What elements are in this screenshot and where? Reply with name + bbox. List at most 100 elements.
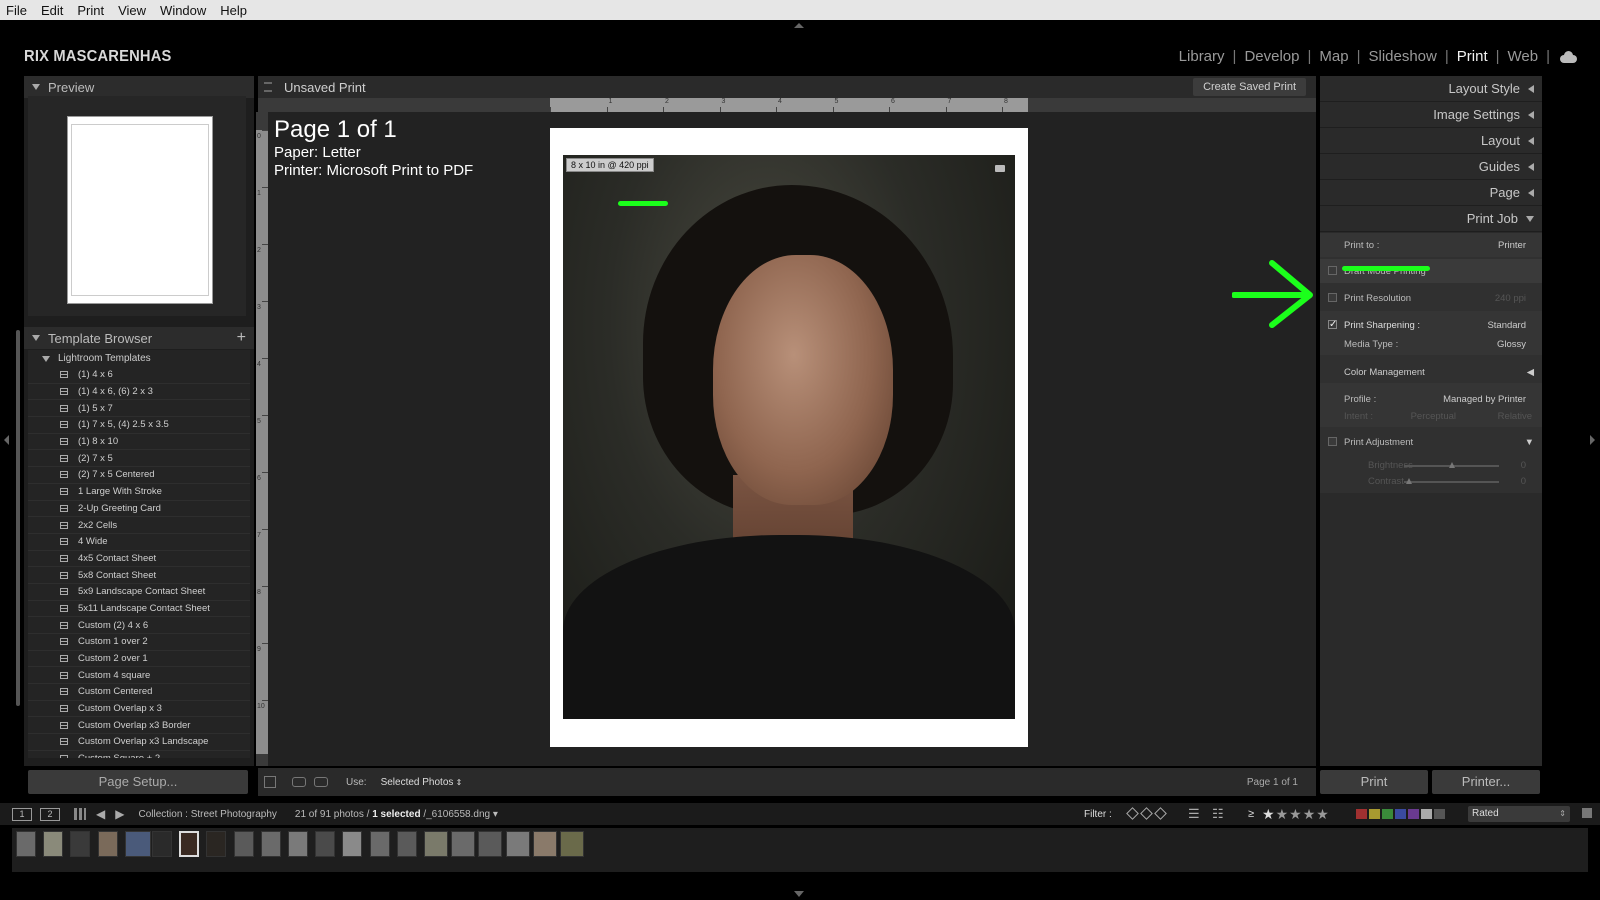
previous-page-icon[interactable] xyxy=(292,777,306,787)
edit-filter-icon[interactable]: ☰ xyxy=(1188,806,1200,822)
color-management-label[interactable]: Color Management xyxy=(1344,367,1425,378)
profile-select[interactable]: Managed by Printer xyxy=(1443,394,1526,405)
bottom-panel-toggle-icon[interactable] xyxy=(794,891,804,897)
module-develop[interactable]: Develop xyxy=(1236,48,1307,65)
color-label-yellow[interactable] xyxy=(1369,809,1380,819)
stop-icon[interactable] xyxy=(264,776,276,788)
template-item[interactable]: 2x2 Cells xyxy=(28,517,250,534)
template-item[interactable]: 5x9 Landscape Contact Sheet xyxy=(28,584,250,601)
template-folder[interactable]: Lightroom Templates xyxy=(28,350,250,367)
template-item[interactable]: Custom 1 over 2 xyxy=(28,634,250,651)
filmstrip-thumbnail[interactable] xyxy=(369,831,390,857)
preview-header[interactable]: Preview xyxy=(24,76,254,98)
grid-view-icon[interactable] xyxy=(74,808,86,820)
filmstrip-thumbnail[interactable] xyxy=(342,831,363,857)
filmstrip-thumbnail[interactable] xyxy=(315,831,336,857)
color-label-blue[interactable] xyxy=(1395,809,1406,819)
section-page[interactable]: Page xyxy=(1320,180,1542,206)
filter-lock-icon[interactable] xyxy=(1582,808,1592,818)
left-panel-toggle-icon[interactable] xyxy=(4,435,9,445)
draft-mode-checkbox[interactable] xyxy=(1328,266,1337,275)
template-item[interactable]: 4 Wide xyxy=(28,534,250,551)
print-sharpening-select[interactable]: Standard xyxy=(1487,320,1526,331)
template-item[interactable]: (1) 7 x 5, (4) 2.5 x 3.5 xyxy=(28,417,250,434)
filmstrip-thumbnail[interactable] xyxy=(560,831,584,857)
print-resolution-value[interactable]: 240 ppi xyxy=(1495,293,1526,304)
print-sharpening-checkbox[interactable]: ✓ xyxy=(1328,320,1337,330)
template-item[interactable]: Custom Square + 2 xyxy=(28,751,250,758)
flag-filter-icon[interactable] xyxy=(1126,807,1139,820)
filmstrip-thumbnail[interactable] xyxy=(532,831,557,857)
create-saved-print-button[interactable]: Create Saved Print xyxy=(1193,78,1306,96)
print-resolution-checkbox[interactable] xyxy=(1328,293,1337,302)
print-button[interactable]: Print xyxy=(1320,770,1428,794)
module-slideshow[interactable]: Slideshow xyxy=(1360,48,1444,65)
use-select[interactable]: Selected Photos xyxy=(381,777,463,788)
color-label-red[interactable] xyxy=(1356,809,1367,819)
template-item[interactable]: Custom Overlap x3 Landscape xyxy=(28,734,250,751)
filmstrip-thumbnail[interactable] xyxy=(288,831,308,857)
filmstrip-thumbnail[interactable] xyxy=(424,831,448,857)
template-item[interactable]: Custom (2) 4 x 6 xyxy=(28,617,250,634)
template-item[interactable]: (1) 4 x 6, (6) 2 x 3 xyxy=(28,384,250,401)
section-layout[interactable]: Layout xyxy=(1320,128,1542,154)
template-item[interactable]: (2) 7 x 5 Centered xyxy=(28,467,250,484)
filmstrip-thumbnail[interactable] xyxy=(179,831,200,857)
template-item[interactable]: Custom Overlap x3 Border xyxy=(28,717,250,735)
media-type-select[interactable]: Glossy xyxy=(1497,339,1526,350)
main-window-button[interactable]: 1 xyxy=(12,807,32,821)
section-layout-style[interactable]: Layout Style xyxy=(1320,76,1542,102)
filmstrip-thumbnail[interactable] xyxy=(124,831,151,857)
template-item[interactable]: (2) 7 x 5 xyxy=(28,450,250,468)
top-panel-toggle-icon[interactable] xyxy=(794,23,804,28)
template-item[interactable]: (1) 5 x 7 xyxy=(28,400,250,418)
filmstrip-thumbnail[interactable] xyxy=(478,831,503,857)
template-browser-header[interactable]: Template Browser + xyxy=(24,327,254,349)
print-to-select[interactable]: Printer xyxy=(1498,240,1526,251)
print-adjustment-collapse-icon[interactable]: ▼ xyxy=(1525,437,1534,448)
filter-preset-select[interactable]: Rated xyxy=(1468,806,1570,822)
template-item[interactable]: Custom Overlap x 3 xyxy=(28,701,250,718)
filmstrip-thumbnail[interactable] xyxy=(260,831,281,857)
star-rating-filter[interactable]: ★★★★★ xyxy=(1262,806,1330,823)
contrast-slider[interactable] xyxy=(1404,478,1499,484)
filmstrip-thumbnail[interactable] xyxy=(451,831,476,857)
template-item[interactable]: 5x8 Contact Sheet xyxy=(28,567,250,584)
color-label-none[interactable] xyxy=(1434,809,1445,819)
section-guides[interactable]: Guides xyxy=(1320,154,1542,180)
module-web[interactable]: Web xyxy=(1500,48,1547,65)
template-item[interactable]: Custom 2 over 1 xyxy=(28,651,250,668)
template-item[interactable]: Custom Centered xyxy=(28,684,250,701)
template-item[interactable]: 1 Large With Stroke xyxy=(28,484,250,501)
source-collection[interactable]: Collection : Street Photography xyxy=(138,809,276,820)
flag-filter-icon[interactable] xyxy=(1140,807,1153,820)
filmstrip-thumbnail[interactable] xyxy=(152,831,172,857)
module-library[interactable]: Library xyxy=(1171,48,1233,65)
filmstrip-thumbnail[interactable] xyxy=(16,831,36,857)
slider-knob[interactable] xyxy=(1406,478,1412,484)
filmstrip-thumbnail[interactable] xyxy=(206,831,227,857)
right-panel-toggle-icon[interactable] xyxy=(1590,435,1595,445)
template-item[interactable]: 4x5 Contact Sheet xyxy=(28,551,250,568)
filmstrip-thumbnail[interactable] xyxy=(97,831,118,857)
section-image-settings[interactable]: Image Settings xyxy=(1320,102,1542,128)
forward-arrow-icon[interactable]: ▶ xyxy=(115,807,124,821)
printer-button[interactable]: Printer... xyxy=(1432,770,1540,794)
menu-view[interactable]: View xyxy=(111,3,153,18)
slider-knob[interactable] xyxy=(1449,462,1455,468)
secondary-window-button[interactable]: 2 xyxy=(40,807,60,821)
menu-print[interactable]: Print xyxy=(70,3,111,18)
back-arrow-icon[interactable]: ◀ xyxy=(96,807,105,821)
template-item[interactable]: (1) 8 x 10 xyxy=(28,434,250,451)
add-template-icon[interactable]: + xyxy=(237,329,246,347)
menu-help[interactable]: Help xyxy=(213,3,254,18)
filmstrip-thumbnail[interactable] xyxy=(233,831,254,857)
module-map[interactable]: Map xyxy=(1311,48,1356,65)
brightness-slider[interactable] xyxy=(1404,462,1499,468)
color-management-expand-icon[interactable]: ◀ xyxy=(1527,367,1534,378)
color-label-custom[interactable] xyxy=(1421,809,1432,819)
menu-file[interactable]: File xyxy=(0,3,34,18)
menu-window[interactable]: Window xyxy=(153,3,213,18)
rating-operator[interactable]: ≥ xyxy=(1248,808,1254,820)
section-print-job[interactable]: Print Job xyxy=(1320,206,1542,232)
